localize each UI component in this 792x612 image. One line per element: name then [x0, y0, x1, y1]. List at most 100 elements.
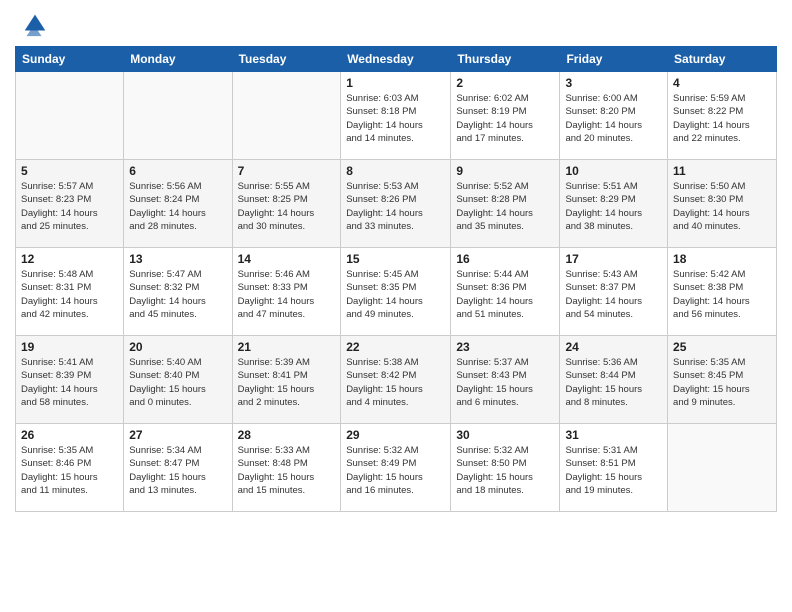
calendar-body: 1 Sunrise: 6:03 AM Sunset: 8:18 PM Daylig…	[16, 72, 777, 512]
calendar-cell: 27 Sunrise: 5:34 AM Sunset: 8:47 PM Dayli…	[124, 424, 232, 512]
day-number: 15	[346, 252, 445, 266]
day-detail: Sunrise: 5:37 AM Sunset: 8:43 PM Dayligh…	[456, 356, 554, 409]
calendar-week-3: 12Sunrise: 5:48 AM Sunset: 8:31 PM Dayli…	[16, 248, 777, 336]
calendar-cell	[124, 72, 232, 160]
day-detail: Sunrise: 5:36 AM Sunset: 8:44 PM Dayligh…	[565, 356, 662, 409]
calendar-cell: 11 Sunrise: 5:50 AM Sunset: 8:30 PM Dayli…	[668, 160, 777, 248]
day-number: 2	[456, 76, 554, 90]
calendar-cell: 25 Sunrise: 5:35 AM Sunset: 8:45 PM Dayli…	[668, 336, 777, 424]
calendar-cell: 1 Sunrise: 6:03 AM Sunset: 8:18 PM Daylig…	[341, 72, 451, 160]
day-number: 29	[346, 428, 445, 442]
calendar-cell: 20 Sunrise: 5:40 AM Sunset: 8:40 PM Dayli…	[124, 336, 232, 424]
day-number: 28	[238, 428, 336, 442]
day-detail: Sunrise: 5:39 AM Sunset: 8:41 PM Dayligh…	[238, 356, 336, 409]
day-detail: Sunrise: 5:52 AM Sunset: 8:28 PM Dayligh…	[456, 180, 554, 233]
day-detail: Sunrise: 5:51 AM Sunset: 8:29 PM Dayligh…	[565, 180, 662, 233]
day-detail: Sunrise: 5:46 AM Sunset: 8:33 PM Dayligh…	[238, 268, 336, 321]
day-number: 27	[129, 428, 226, 442]
day-detail: Sunrise: 5:44 AM Sunset: 8:36 PM Dayligh…	[456, 268, 554, 321]
day-detail: Sunrise: 5:59 AM Sunset: 8:22 PM Dayligh…	[673, 92, 771, 145]
calendar-header: SundayMondayTuesdayWednesdayThursdayFrid…	[16, 47, 777, 72]
day-detail: Sunrise: 5:34 AM Sunset: 8:47 PM Dayligh…	[129, 444, 226, 497]
calendar-cell: 6Sunrise: 5:56 AM Sunset: 8:24 PM Daylig…	[124, 160, 232, 248]
calendar-cell: 14Sunrise: 5:46 AM Sunset: 8:33 PM Dayli…	[232, 248, 341, 336]
calendar-cell: 4 Sunrise: 5:59 AM Sunset: 8:22 PM Daylig…	[668, 72, 777, 160]
day-number: 16	[456, 252, 554, 266]
calendar-table: SundayMondayTuesdayWednesdayThursdayFrid…	[15, 46, 777, 512]
day-number: 24	[565, 340, 662, 354]
day-number: 13	[129, 252, 226, 266]
calendar-cell: 22Sunrise: 5:38 AM Sunset: 8:42 PM Dayli…	[341, 336, 451, 424]
day-detail: Sunrise: 5:57 AM Sunset: 8:23 PM Dayligh…	[21, 180, 118, 233]
calendar-cell: 28 Sunrise: 5:33 AM Sunset: 8:48 PM Dayli…	[232, 424, 341, 512]
day-detail: Sunrise: 5:32 AM Sunset: 8:50 PM Dayligh…	[456, 444, 554, 497]
day-detail: Sunrise: 5:45 AM Sunset: 8:35 PM Dayligh…	[346, 268, 445, 321]
weekday-header-sunday: Sunday	[16, 47, 124, 72]
logo	[15, 10, 49, 38]
calendar-week-2: 5 Sunrise: 5:57 AM Sunset: 8:23 PM Daylig…	[16, 160, 777, 248]
weekday-header-friday: Friday	[560, 47, 668, 72]
day-detail: Sunrise: 5:50 AM Sunset: 8:30 PM Dayligh…	[673, 180, 771, 233]
day-number: 25	[673, 340, 771, 354]
day-number: 31	[565, 428, 662, 442]
logo-text	[15, 10, 49, 38]
day-number: 1	[346, 76, 445, 90]
calendar-cell: 30 Sunrise: 5:32 AM Sunset: 8:50 PM Dayli…	[451, 424, 560, 512]
day-number: 26	[21, 428, 118, 442]
header	[15, 10, 777, 38]
weekday-header-tuesday: Tuesday	[232, 47, 341, 72]
calendar-cell: 29 Sunrise: 5:32 AM Sunset: 8:49 PM Dayli…	[341, 424, 451, 512]
day-detail: Sunrise: 5:56 AM Sunset: 8:24 PM Dayligh…	[129, 180, 226, 233]
day-number: 11	[673, 164, 771, 178]
day-detail: Sunrise: 5:35 AM Sunset: 8:46 PM Dayligh…	[21, 444, 118, 497]
calendar-week-4: 19Sunrise: 5:41 AM Sunset: 8:39 PM Dayli…	[16, 336, 777, 424]
day-number: 20	[129, 340, 226, 354]
calendar-cell: 2Sunrise: 6:02 AM Sunset: 8:19 PM Daylig…	[451, 72, 560, 160]
day-detail: Sunrise: 5:40 AM Sunset: 8:40 PM Dayligh…	[129, 356, 226, 409]
calendar-cell: 26 Sunrise: 5:35 AM Sunset: 8:46 PM Dayli…	[16, 424, 124, 512]
day-number: 18	[673, 252, 771, 266]
day-number: 9	[456, 164, 554, 178]
day-number: 22	[346, 340, 445, 354]
day-number: 5	[21, 164, 118, 178]
weekday-row: SundayMondayTuesdayWednesdayThursdayFrid…	[16, 47, 777, 72]
calendar-cell: 12Sunrise: 5:48 AM Sunset: 8:31 PM Dayli…	[16, 248, 124, 336]
calendar-cell: 18Sunrise: 5:42 AM Sunset: 8:38 PM Dayli…	[668, 248, 777, 336]
day-detail: Sunrise: 6:00 AM Sunset: 8:20 PM Dayligh…	[565, 92, 662, 145]
calendar-week-1: 1 Sunrise: 6:03 AM Sunset: 8:18 PM Daylig…	[16, 72, 777, 160]
weekday-header-saturday: Saturday	[668, 47, 777, 72]
day-detail: Sunrise: 5:47 AM Sunset: 8:32 PM Dayligh…	[129, 268, 226, 321]
day-detail: Sunrise: 5:53 AM Sunset: 8:26 PM Dayligh…	[346, 180, 445, 233]
day-number: 19	[21, 340, 118, 354]
day-number: 21	[238, 340, 336, 354]
calendar-cell: 31Sunrise: 5:31 AM Sunset: 8:51 PM Dayli…	[560, 424, 668, 512]
day-detail: Sunrise: 6:03 AM Sunset: 8:18 PM Dayligh…	[346, 92, 445, 145]
day-number: 30	[456, 428, 554, 442]
day-detail: Sunrise: 5:32 AM Sunset: 8:49 PM Dayligh…	[346, 444, 445, 497]
day-number: 12	[21, 252, 118, 266]
day-detail: Sunrise: 5:35 AM Sunset: 8:45 PM Dayligh…	[673, 356, 771, 409]
day-detail: Sunrise: 5:55 AM Sunset: 8:25 PM Dayligh…	[238, 180, 336, 233]
calendar-cell: 15 Sunrise: 5:45 AM Sunset: 8:35 PM Dayli…	[341, 248, 451, 336]
calendar-cell	[668, 424, 777, 512]
day-number: 3	[565, 76, 662, 90]
day-detail: Sunrise: 5:33 AM Sunset: 8:48 PM Dayligh…	[238, 444, 336, 497]
day-number: 10	[565, 164, 662, 178]
logo-icon	[21, 10, 49, 38]
calendar-cell: 21 Sunrise: 5:39 AM Sunset: 8:41 PM Dayli…	[232, 336, 341, 424]
page: SundayMondayTuesdayWednesdayThursdayFrid…	[0, 0, 792, 522]
calendar-cell	[232, 72, 341, 160]
day-number: 7	[238, 164, 336, 178]
day-number: 8	[346, 164, 445, 178]
day-detail: Sunrise: 5:43 AM Sunset: 8:37 PM Dayligh…	[565, 268, 662, 321]
calendar-cell: 5 Sunrise: 5:57 AM Sunset: 8:23 PM Daylig…	[16, 160, 124, 248]
calendar-cell: 7 Sunrise: 5:55 AM Sunset: 8:25 PM Daylig…	[232, 160, 341, 248]
weekday-header-thursday: Thursday	[451, 47, 560, 72]
day-number: 4	[673, 76, 771, 90]
calendar-cell: 9 Sunrise: 5:52 AM Sunset: 8:28 PM Daylig…	[451, 160, 560, 248]
calendar-cell: 23Sunrise: 5:37 AM Sunset: 8:43 PM Dayli…	[451, 336, 560, 424]
calendar-cell: 17Sunrise: 5:43 AM Sunset: 8:37 PM Dayli…	[560, 248, 668, 336]
calendar-cell: 19Sunrise: 5:41 AM Sunset: 8:39 PM Dayli…	[16, 336, 124, 424]
calendar-cell: 10 Sunrise: 5:51 AM Sunset: 8:29 PM Dayli…	[560, 160, 668, 248]
weekday-header-wednesday: Wednesday	[341, 47, 451, 72]
